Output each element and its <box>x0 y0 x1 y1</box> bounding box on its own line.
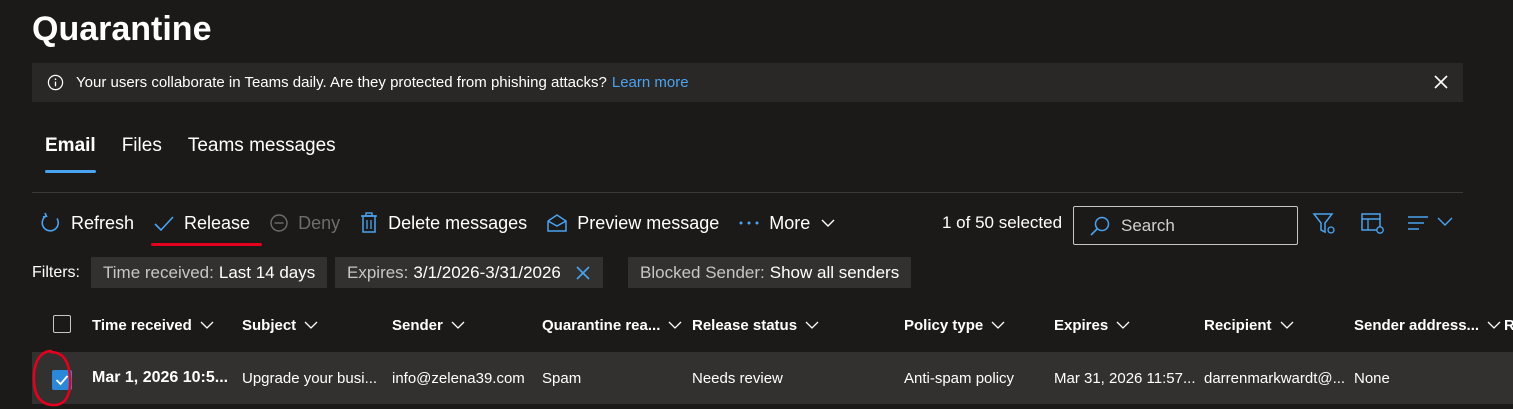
checkmark-icon <box>154 216 174 232</box>
cell-recipient: darrenmarkwardt@... <box>1204 370 1346 387</box>
chevron-down-icon <box>805 321 819 329</box>
column-header-time-received[interactable]: Time received <box>92 311 214 339</box>
remove-filter-icon[interactable] <box>575 265 591 281</box>
chevron-down-icon <box>304 321 318 329</box>
page-title: Quarantine <box>32 10 212 48</box>
search-box[interactable] <box>1073 206 1298 245</box>
column-header-policy-type[interactable]: Policy type <box>904 311 1005 339</box>
info-banner: Your users collaborate in Teams daily. A… <box>32 63 1463 102</box>
release-button[interactable]: Release <box>151 212 263 246</box>
deny-button[interactable]: Deny <box>269 213 340 234</box>
banner-text: Your users collaborate in Teams daily. A… <box>76 74 607 91</box>
envelope-open-icon <box>547 214 567 232</box>
filter-icon[interactable] <box>1312 211 1338 237</box>
column-header-release-status[interactable]: Release status <box>692 311 819 339</box>
column-header-sender[interactable]: Sender <box>392 311 465 339</box>
customize-columns-icon[interactable] <box>1360 211 1386 237</box>
refresh-label: Refresh <box>71 212 135 233</box>
command-bar: Refresh Release Deny Delete messages Pre… <box>40 206 855 246</box>
filters-label: Filters: <box>32 264 80 281</box>
select-all-checkbox[interactable] <box>53 315 71 333</box>
refresh-icon <box>41 212 60 232</box>
learn-more-link[interactable]: Learn more <box>612 74 689 91</box>
cell-policy-type: Anti-spam policy <box>904 370 1015 387</box>
cell-release-status: Needs review <box>692 370 783 387</box>
chevron-down-icon <box>1116 321 1130 329</box>
cell-subject: Upgrade your busi... <box>242 370 378 387</box>
refresh-button[interactable]: Refresh <box>40 212 134 234</box>
trash-icon <box>361 212 378 233</box>
filter-chip-time-received[interactable]: Time received: Last 14 days <box>91 257 328 288</box>
filter-chip-blocked-sender[interactable]: Blocked Sender: Show all senders <box>628 257 912 288</box>
filter-key: Expires: <box>347 262 409 282</box>
chevron-down-icon <box>668 321 682 329</box>
group-list-icon[interactable] <box>1406 212 1456 234</box>
release-label: Release <box>184 212 251 233</box>
block-icon <box>270 214 288 232</box>
chevron-down-icon <box>200 321 214 329</box>
cell-quarantine-reason: Spam <box>542 370 582 387</box>
preview-message-label: Preview message <box>577 212 720 233</box>
delete-messages-label: Delete messages <box>388 212 528 233</box>
filter-value: Last 14 days <box>218 262 316 282</box>
column-header-subject[interactable]: Subject <box>242 311 318 339</box>
info-icon <box>47 74 64 91</box>
row-checkbox[interactable] <box>52 370 72 390</box>
cell-sender-address: None <box>1354 370 1390 387</box>
red-annotation-underline <box>151 243 263 246</box>
cell-sender: info@zelena39.com <box>392 370 525 387</box>
search-icon <box>1090 216 1110 236</box>
divider <box>32 192 1463 193</box>
checkmark-icon <box>55 375 69 386</box>
tab-teams-messages[interactable]: Teams messages <box>175 133 349 173</box>
filter-value: Show all senders <box>769 262 900 282</box>
filter-value: 3/1/2026-3/31/2026 <box>413 262 561 282</box>
tab-email[interactable]: Email <box>32 133 109 173</box>
search-input[interactable] <box>1119 214 1293 237</box>
preview-message-button[interactable]: Preview message <box>546 213 719 234</box>
chevron-down-icon <box>1487 321 1501 329</box>
cell-expires: Mar 31, 2026 11:57... <box>1054 370 1196 387</box>
close-icon[interactable] <box>1431 72 1451 92</box>
tab-bar: Email Files Teams messages <box>32 133 349 175</box>
filter-key: Time received: <box>103 262 214 282</box>
chevron-down-icon <box>451 321 465 329</box>
deny-label: Deny <box>298 212 341 233</box>
delete-messages-button[interactable]: Delete messages <box>359 212 527 234</box>
chevron-down-icon <box>991 321 1005 329</box>
column-header-recipient[interactable]: Recipient <box>1204 311 1294 339</box>
filter-key: Blocked Sender: <box>640 262 765 282</box>
more-button[interactable]: More <box>738 213 836 234</box>
more-label: More <box>769 212 811 233</box>
chevron-down-icon <box>1280 321 1293 329</box>
more-dots-icon <box>739 221 759 225</box>
column-header-sender-address[interactable]: Sender address... <box>1354 311 1501 339</box>
filter-chip-expires[interactable]: Expires: 3/1/2026-3/31/2026 <box>335 257 603 288</box>
tab-files[interactable]: Files <box>109 133 175 173</box>
selection-count: 1 of 50 selected <box>942 213 1063 232</box>
column-header-quarantine-reason[interactable]: Quarantine rea... <box>542 311 682 339</box>
cell-time-received: Mar 1, 2026 10:5... <box>92 369 229 386</box>
column-header-expires[interactable]: Expires <box>1054 311 1130 339</box>
chevron-down-icon <box>821 219 835 227</box>
column-header-partial[interactable]: R <box>1504 311 1513 339</box>
